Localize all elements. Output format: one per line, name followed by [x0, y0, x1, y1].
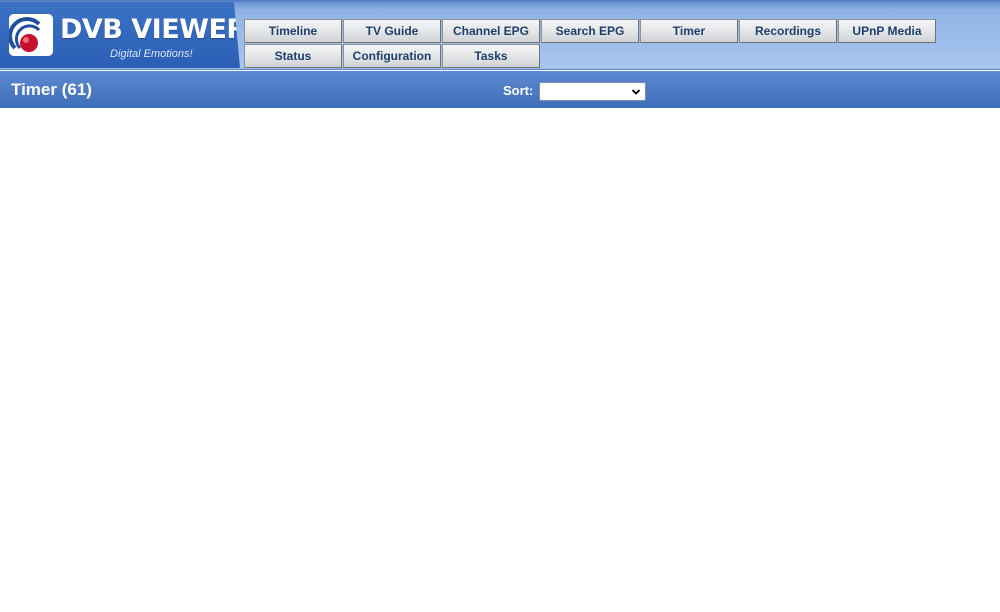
nav-recordings-button[interactable]: Recordings [739, 19, 837, 43]
nav-tv-guide-button[interactable]: TV Guide [343, 19, 441, 43]
nav-tasks-button[interactable]: Tasks [442, 44, 540, 68]
nav-timeline-button[interactable]: Timeline [244, 19, 342, 43]
main-nav: Timeline TV Guide Channel EPG Search EPG… [244, 19, 944, 69]
nav-search-epg-button[interactable]: Search EPG [541, 19, 639, 43]
logo[interactable]: DVB VIEWER Digital Emotions! [0, 2, 240, 68]
nav-configuration-button[interactable]: Configuration [343, 44, 441, 68]
sort-label: Sort: [503, 83, 534, 98]
logo-tagline: Digital Emotions! [110, 48, 193, 60]
nav-upnp-media-button[interactable]: UPnP Media [838, 19, 936, 43]
page-titlebar: Timer (61) Sort: [0, 71, 1000, 108]
logo-title: DVB VIEWER [60, 14, 247, 45]
chevron-down-icon [631, 89, 641, 95]
timer-list-area [0, 108, 1000, 612]
nav-timer-button[interactable]: Timer [640, 19, 738, 43]
nav-channel-epg-button[interactable]: Channel EPG [442, 19, 540, 43]
page-title: Timer (61) [11, 80, 92, 99]
header: DVB VIEWER Digital Emotions! Timeline TV… [0, 0, 1000, 70]
nav-status-button[interactable]: Status [244, 44, 342, 68]
sort-select[interactable] [539, 82, 646, 101]
dvbviewer-logo-icon [9, 14, 53, 56]
